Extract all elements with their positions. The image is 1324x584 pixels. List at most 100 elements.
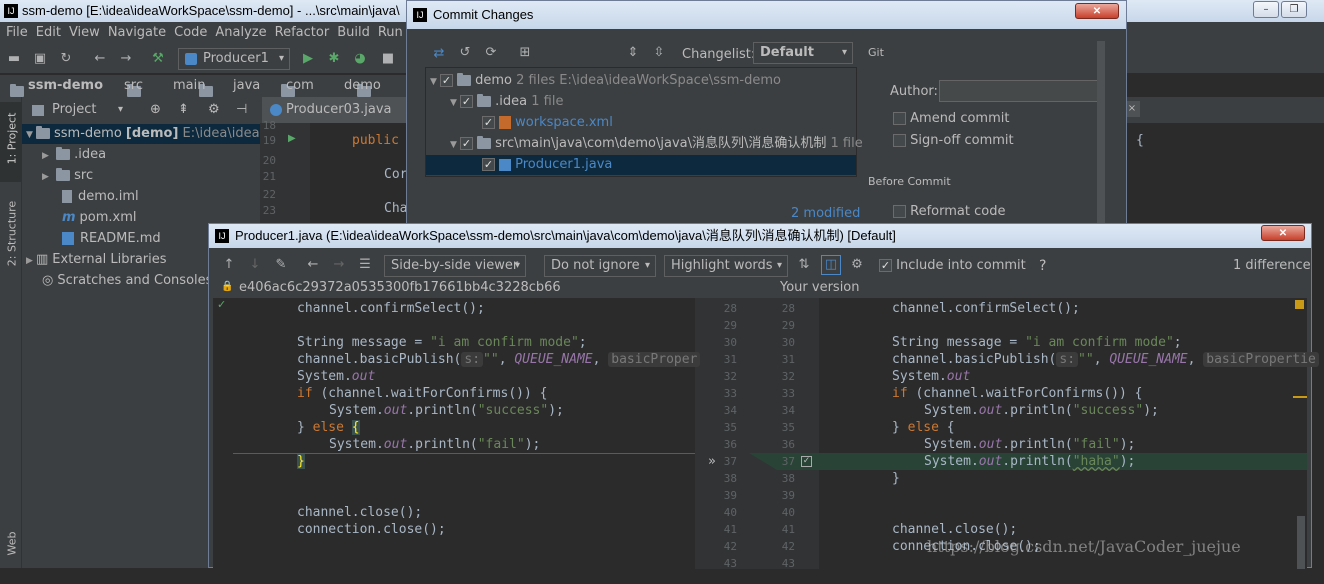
close-icon[interactable]: ✕	[1261, 225, 1305, 241]
run-icon[interactable]: ▶	[300, 51, 316, 67]
tree-item-readme[interactable]: README.md	[62, 229, 161, 249]
chevron-down-icon[interactable]: ▾	[118, 97, 123, 123]
checkbox[interactable]: ✓	[482, 116, 495, 129]
editor-tab-producer03[interactable]: Producer03.java	[262, 97, 407, 123]
prev-file-icon[interactable]: ←	[305, 257, 321, 273]
settings-gear-icon[interactable]: ⚙	[849, 257, 865, 273]
web-tool-tab[interactable]: Web	[6, 504, 19, 584]
sync-icon[interactable]: ↻	[58, 51, 74, 67]
keyword: if	[297, 386, 313, 401]
run-gutter-icon[interactable]: ▶	[288, 133, 296, 144]
reformat-label: Reformat code	[910, 204, 1006, 219]
menu-refactor[interactable]: Refactor	[271, 22, 334, 44]
side-by-side-icon[interactable]: ◫	[821, 255, 841, 275]
tree-item-pom[interactable]: m pom.xml	[62, 208, 137, 228]
open-folder-icon[interactable]: ▬	[6, 51, 22, 67]
reformat-code-checkbox[interactable]: Reformat code	[893, 202, 1005, 222]
breadcrumb-5[interactable]: demo	[344, 75, 381, 97]
menu-analyze[interactable]: Analyze	[211, 22, 270, 44]
checkbox[interactable]: ✓	[482, 158, 495, 171]
string-literal: "success"	[477, 403, 549, 418]
edit-icon[interactable]: ✎	[273, 257, 289, 273]
back-icon[interactable]: ←	[92, 51, 108, 67]
coverage-icon[interactable]: ◕	[352, 51, 368, 67]
prev-diff-icon[interactable]: ↑	[221, 257, 237, 273]
refresh-icon[interactable]: ⟳	[483, 45, 499, 61]
list-icon[interactable]: ☰	[357, 257, 373, 273]
menu-build[interactable]: Build	[333, 22, 374, 44]
breadcrumb-0[interactable]: ssm-demo	[28, 75, 103, 97]
build-hammer-icon[interactable]: ⚒	[150, 51, 166, 67]
tree-item-src-path[interactable]: ▼ ✓ src\main\java\com\demo\java\消息队列\消息确认…	[450, 134, 863, 154]
checkbox[interactable]	[893, 205, 906, 218]
forward-icon[interactable]: →	[118, 51, 134, 67]
collapse-all-icon[interactable]: ⇳	[651, 45, 667, 61]
tree-item-demo-iml[interactable]: demo.iml	[62, 187, 139, 207]
diff-icon[interactable]: ⇄	[431, 46, 447, 62]
tree-item-ssm-demo[interactable]: ▼ ssm-demo [demo] E:\idea\ideaW	[22, 124, 272, 144]
breadcrumb-3[interactable]: java	[233, 75, 260, 97]
expand-all-icon[interactable]: ⇕	[625, 45, 641, 61]
tree-item-workspace[interactable]: ✓ workspace.xml	[482, 113, 613, 133]
tree-item-producer1[interactable]: ✓ Producer1.java	[426, 155, 856, 175]
menu-view[interactable]: View	[65, 22, 104, 44]
structure-tool-tab[interactable]: 2: Structure	[6, 194, 19, 274]
tree-item-idea[interactable]: ▼ ✓ .idea 1 file	[450, 92, 563, 112]
project-tool-tab-label: 1: Project	[5, 112, 19, 165]
scrollbar[interactable]	[1297, 516, 1305, 569]
hide-icon[interactable]: ⊣	[236, 97, 247, 123]
collapse-icon[interactable]: ⇞	[178, 97, 189, 123]
minimize-icon[interactable]: –	[1253, 1, 1279, 18]
menu-navigate[interactable]: Navigate	[104, 22, 170, 44]
breadcrumb-2[interactable]: main	[173, 75, 205, 97]
highlight-select[interactable]: Highlight words	[664, 255, 788, 277]
code: ,	[592, 352, 601, 367]
signoff-commit-checkbox[interactable]: Sign-off commit	[893, 131, 1014, 151]
ignore-select[interactable]: Do not ignore	[544, 255, 656, 277]
menu-edit[interactable]: Edit	[32, 22, 65, 44]
include-change-checkbox[interactable]: ✓	[801, 456, 812, 467]
tree-item-libraries[interactable]: ▶ ▥ External Libraries	[26, 250, 167, 270]
group-icon[interactable]: ⊞	[517, 45, 533, 61]
modified-count[interactable]: 2 modified	[791, 206, 860, 221]
next-file-icon[interactable]: →	[331, 257, 347, 273]
checkbox[interactable]	[893, 112, 906, 125]
run-config-label: Producer1	[203, 51, 269, 66]
help-icon[interactable]: ?	[1039, 258, 1046, 274]
amend-commit-checkbox[interactable]: Amend commit	[893, 109, 1009, 129]
sync-scroll-icon[interactable]: ⇅	[796, 257, 812, 273]
run-config-select[interactable]: Producer1	[178, 48, 290, 70]
author-input[interactable]	[939, 80, 1103, 102]
tree-item-src[interactable]: ▶ src	[42, 166, 93, 186]
checkbox[interactable]: ✓	[460, 95, 473, 108]
stop-icon[interactable]: ■	[380, 51, 396, 67]
tree-item-scratches[interactable]: ◎ Scratches and Consoles	[42, 271, 212, 291]
menu-run[interactable]: Run	[374, 22, 407, 44]
target-icon[interactable]: ⊕	[150, 97, 161, 123]
changelist-select[interactable]: Default	[753, 42, 853, 64]
gear-icon[interactable]: ⚙	[208, 97, 220, 123]
tree-item-demo[interactable]: ▼ ✓ demo 2 files E:\idea\ideaWorkSpace\ss…	[430, 71, 781, 91]
breadcrumb-4[interactable]: com	[286, 75, 314, 97]
include-into-commit-checkbox[interactable]: ✓ Include into commit	[879, 256, 1026, 276]
close-icon[interactable]: ✕	[1075, 3, 1119, 19]
checkbox[interactable]: ✓	[440, 74, 453, 87]
next-diff-icon[interactable]: ↓	[247, 257, 263, 273]
revert-icon[interactable]: ↺	[457, 45, 473, 61]
debug-icon[interactable]: ✱	[326, 51, 342, 67]
param-hint: basicProper	[608, 352, 701, 367]
menu-code[interactable]: Code	[170, 22, 211, 44]
menu-file[interactable]: File	[2, 22, 32, 44]
checkbox[interactable]: ✓	[460, 137, 473, 150]
project-tool-tab[interactable]: 1: Project	[0, 102, 22, 182]
checkbox[interactable]: ✓	[879, 259, 892, 272]
maximize-icon[interactable]: ❐	[1281, 1, 1307, 18]
checkbox[interactable]	[893, 134, 906, 147]
viewer-select[interactable]: Side-by-side viewer	[384, 255, 526, 277]
tree-item-idea[interactable]: ▶ .idea	[42, 145, 106, 165]
save-icon[interactable]: ▣	[32, 51, 48, 67]
project-tab-label[interactable]: Project	[52, 97, 96, 123]
scrollbar[interactable]	[1097, 41, 1105, 231]
breadcrumb-1[interactable]: src	[124, 75, 143, 97]
git-section-label: Git	[868, 46, 884, 59]
